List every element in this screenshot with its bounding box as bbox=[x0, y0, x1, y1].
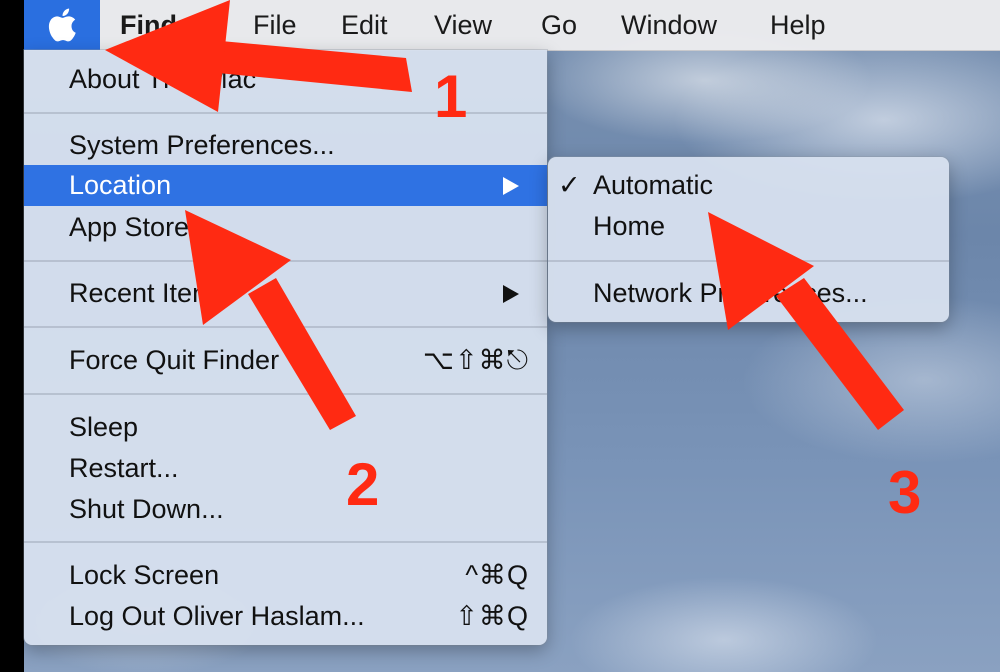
apple-menu-dropdown: About This Mac System Preferences... Loc… bbox=[24, 50, 547, 645]
keyboard-shortcut: ⌥⇧⌘⎋ bbox=[422, 345, 529, 375]
menubar-finder[interactable]: Finder bbox=[120, 0, 203, 50]
menu-separator bbox=[24, 112, 547, 114]
menubar-window[interactable]: Window bbox=[621, 0, 717, 50]
annotation-step-2: 2 bbox=[346, 451, 380, 518]
apple-logo-icon bbox=[48, 8, 76, 42]
menu-item-label: Home bbox=[593, 211, 666, 241]
menu-item-label: App Store... bbox=[69, 212, 212, 242]
annotation-step-1: 1 bbox=[434, 63, 468, 130]
checkmark-icon: ✓ bbox=[558, 170, 581, 200]
menu-separator bbox=[24, 326, 547, 328]
menu-item-system-preferences[interactable]: System Preferences... bbox=[24, 125, 547, 166]
menu-item-lock-screen[interactable]: Lock Screen ^⌘Q bbox=[24, 555, 547, 596]
menu-item-label: Force Quit Finder bbox=[69, 345, 280, 375]
annotation-step-3: 3 bbox=[888, 459, 922, 526]
menubar-go[interactable]: Go bbox=[541, 0, 577, 50]
menu-item-label: Sleep bbox=[69, 412, 139, 442]
menu-item-label: Shut Down... bbox=[69, 494, 224, 524]
menu-item-label: Restart... bbox=[69, 453, 179, 483]
menu-item-label: Recent Items bbox=[69, 278, 229, 308]
menu-item-shut-down[interactable]: Shut Down... bbox=[24, 489, 547, 530]
submenu-arrow-icon bbox=[503, 177, 519, 195]
menu-item-log-out[interactable]: Log Out Oliver Haslam... ⇧⌘Q bbox=[24, 596, 547, 637]
keyboard-shortcut: ⇧⌘Q bbox=[455, 601, 529, 631]
submenu-arrow-icon bbox=[503, 285, 519, 303]
menu-item-label: Lock Screen bbox=[69, 560, 220, 590]
submenu-item-home[interactable]: Home bbox=[548, 206, 949, 247]
menu-item-label: System Preferences... bbox=[69, 130, 335, 160]
menu-separator bbox=[24, 393, 547, 395]
menu-separator bbox=[24, 260, 547, 262]
menubar-help[interactable]: Help bbox=[770, 0, 826, 50]
menu-item-restart[interactable]: Restart... bbox=[24, 448, 547, 489]
location-submenu: ✓ Automatic Home Network Preferences... bbox=[548, 157, 949, 322]
menu-separator bbox=[24, 541, 547, 543]
menu-item-label: Location bbox=[69, 170, 172, 200]
menu-item-location[interactable]: Location bbox=[24, 165, 547, 206]
menubar-view[interactable]: View bbox=[434, 0, 492, 50]
menu-bar: Finder File Edit View Go Window Help bbox=[24, 0, 1000, 51]
menu-item-app-store[interactable]: App Store... bbox=[24, 207, 547, 248]
submenu-item-network-preferences[interactable]: Network Preferences... bbox=[548, 273, 949, 314]
apple-menu-button[interactable] bbox=[24, 0, 100, 50]
menu-item-sleep[interactable]: Sleep bbox=[24, 407, 547, 448]
menu-item-about-this-mac[interactable]: About This Mac bbox=[24, 59, 547, 100]
menubar-edit[interactable]: Edit bbox=[341, 0, 388, 50]
menu-item-label: About This Mac bbox=[69, 64, 257, 94]
menu-separator bbox=[548, 260, 949, 262]
menu-item-label: Log Out Oliver Haslam... bbox=[69, 601, 365, 631]
keyboard-shortcut: ^⌘Q bbox=[465, 560, 529, 590]
menu-item-label: Network Preferences... bbox=[593, 278, 868, 308]
menubar-file[interactable]: File bbox=[253, 0, 297, 50]
submenu-item-automatic[interactable]: ✓ Automatic bbox=[548, 165, 949, 206]
menu-item-label: Automatic bbox=[593, 170, 714, 200]
menu-item-recent-items[interactable]: Recent Items bbox=[24, 273, 547, 314]
menu-item-force-quit[interactable]: Force Quit Finder ⌥⇧⌘⎋ bbox=[24, 340, 547, 381]
